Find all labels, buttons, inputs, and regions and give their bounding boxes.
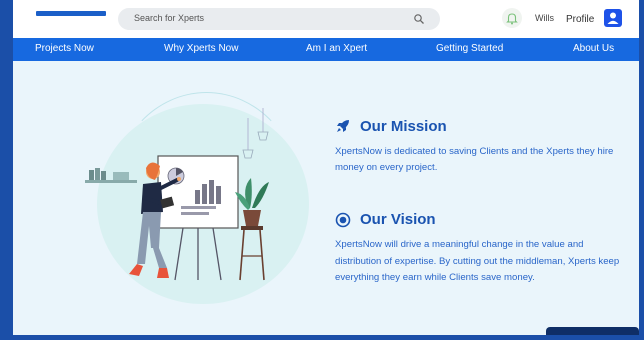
vision-title: Our Vision — [360, 211, 436, 228]
rocket-icon — [337, 120, 349, 132]
user-icon — [607, 12, 619, 24]
search-input[interactable]: Search for Xperts — [134, 13, 204, 23]
user-name[interactable]: Wills — [535, 13, 554, 23]
chat-widget-tab[interactable] — [546, 327, 639, 335]
logo[interactable] — [36, 11, 106, 16]
nav-am-i-an-xpert[interactable]: Am I an Xpert — [306, 43, 367, 54]
profile-button[interactable] — [604, 9, 622, 27]
page-frame: Search for Xperts Wills Profile Projects… — [13, 0, 639, 335]
mission-title: Our Mission — [360, 118, 447, 135]
main-nav: Projects Now Why Xperts Now Am I an Xper… — [13, 38, 639, 61]
mission-text: XpertsNow is dedicated to saving Clients… — [335, 146, 614, 173]
profile-link[interactable]: Profile — [566, 14, 594, 25]
vision-text: XpertsNow will drive a meaningful change… — [335, 239, 620, 283]
search-icon[interactable] — [413, 13, 425, 25]
search-bar[interactable]: Search for Xperts — [118, 8, 440, 30]
nav-projects-now[interactable]: Projects Now — [35, 43, 94, 54]
top-header: Search for Xperts Wills Profile — [13, 0, 639, 38]
nav-about-us[interactable]: About Us — [573, 43, 614, 54]
nav-getting-started[interactable]: Getting Started — [436, 43, 503, 54]
target-icon — [335, 212, 351, 228]
notification-bell-icon[interactable] — [502, 8, 522, 28]
nav-why-xperts-now[interactable]: Why Xperts Now — [164, 43, 238, 54]
presenter-illustration — [85, 108, 269, 281]
